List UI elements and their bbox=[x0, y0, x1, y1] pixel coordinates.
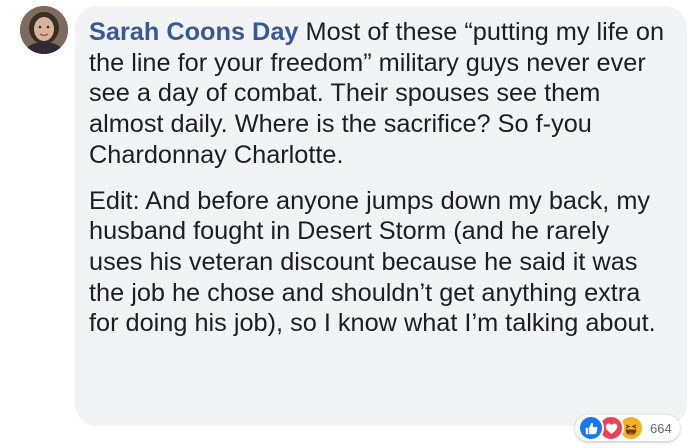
comment-paragraph-1: Sarah Coons Day Most of these “putting m… bbox=[89, 17, 669, 171]
avatar[interactable] bbox=[20, 6, 68, 54]
reactions-summary[interactable]: 664 bbox=[575, 415, 680, 441]
avatar-photo bbox=[20, 6, 68, 54]
reaction-count: 664 bbox=[650, 420, 672, 436]
comment-bubble: Sarah Coons Day Most of these “putting m… bbox=[75, 6, 687, 426]
comment-paragraph-2: Edit: And before anyone jumps down my ba… bbox=[89, 186, 656, 338]
like-icon bbox=[578, 415, 604, 441]
comment: Sarah Coons Day Most of these “putting m… bbox=[0, 0, 700, 448]
author-name-link[interactable]: Sarah Coons Day bbox=[89, 18, 298, 46]
